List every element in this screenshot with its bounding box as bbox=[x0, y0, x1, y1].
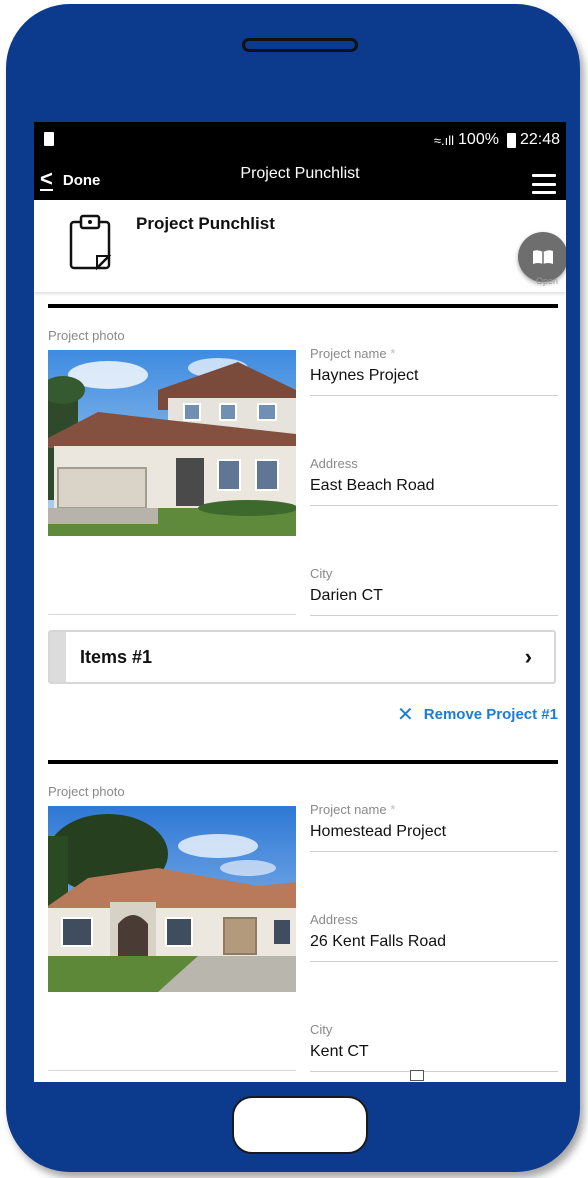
app-bar-title: Project Punchlist bbox=[240, 165, 360, 182]
done-button[interactable]: < Done bbox=[40, 166, 101, 191]
chevron-right-icon: › bbox=[524, 644, 532, 669]
fab-label: Open bbox=[535, 276, 558, 286]
app-bar: Project Punchlist < Done bbox=[34, 162, 566, 200]
phone-frame: ≈.ıll 100% 22:48 Project Punchlist < Don… bbox=[6, 4, 580, 1172]
address-value: East Beach Road bbox=[310, 477, 435, 494]
project-divider bbox=[48, 760, 558, 764]
address-label: Address bbox=[310, 456, 358, 471]
project-name-label-text: Project name bbox=[310, 346, 387, 361]
project-card-1: Project photo Project name * Haynes Proj… bbox=[48, 304, 558, 725]
city-value: Kent CT bbox=[310, 1043, 369, 1060]
project-name-value: Haynes Project bbox=[310, 367, 419, 384]
signal-icon: ≈.ıll bbox=[433, 132, 455, 148]
done-label: Done bbox=[62, 172, 101, 189]
city-field[interactable]: City Darien CT bbox=[310, 566, 558, 616]
project-photo[interactable] bbox=[48, 806, 296, 992]
home-button[interactable] bbox=[232, 1096, 368, 1154]
items-stripe bbox=[50, 632, 66, 682]
photo-label: Project photo bbox=[48, 328, 125, 343]
keyboard-icon bbox=[410, 1070, 424, 1081]
close-icon: ✕ bbox=[397, 703, 414, 726]
address-value: 26 Kent Falls Road bbox=[310, 933, 447, 950]
book-icon bbox=[533, 250, 553, 264]
project-name-label-text: Project name bbox=[310, 802, 387, 817]
photo-underline bbox=[48, 1070, 296, 1071]
status-time: 22:48 bbox=[519, 131, 560, 148]
remove-project-button[interactable]: ✕ Remove Project #1 bbox=[397, 703, 558, 726]
items-button[interactable]: Items #1 › bbox=[48, 630, 556, 684]
sim-icon bbox=[44, 132, 54, 146]
photo-underline bbox=[48, 614, 296, 615]
address-field[interactable]: Address East Beach Road bbox=[310, 456, 558, 506]
project-name-field[interactable]: Project name * Haynes Project bbox=[310, 346, 558, 396]
back-chevron-icon: < bbox=[40, 166, 53, 191]
open-book-button[interactable] bbox=[518, 232, 566, 282]
required-mark: * bbox=[390, 346, 396, 361]
clipboard-icon bbox=[69, 214, 112, 271]
phone-speaker bbox=[242, 38, 358, 52]
address-field[interactable]: Address 26 Kent Falls Road bbox=[310, 912, 558, 962]
project-name-label: Project name * bbox=[310, 346, 558, 361]
project-name-value: Homestead Project bbox=[310, 823, 447, 840]
header-title: Project Punchlist bbox=[136, 214, 275, 233]
city-field[interactable]: City Kent CT bbox=[310, 1022, 558, 1072]
address-label: Address bbox=[310, 912, 358, 927]
header-card: Project Punchlist bbox=[34, 200, 566, 292]
required-mark: * bbox=[390, 802, 396, 817]
phone-screen: ≈.ıll 100% 22:48 Project Punchlist < Don… bbox=[34, 122, 566, 1082]
project-name-label: Project name * bbox=[310, 802, 558, 817]
remove-project-label: Remove Project #1 bbox=[423, 706, 558, 723]
status-bar: ≈.ıll 100% 22:48 bbox=[34, 122, 566, 162]
city-label: City bbox=[310, 1022, 333, 1037]
house-photo-1 bbox=[48, 350, 296, 536]
project-name-field[interactable]: Project name * Homestead Project bbox=[310, 802, 558, 852]
project-photo[interactable] bbox=[48, 350, 296, 536]
project-divider bbox=[48, 304, 558, 308]
city-value: Darien CT bbox=[310, 587, 383, 604]
house-photo-2 bbox=[48, 806, 296, 992]
items-label: Items #1 bbox=[80, 647, 153, 667]
project-card-2: Project photo Project name * Homestead P… bbox=[48, 760, 558, 1072]
photo-label: Project photo bbox=[48, 784, 125, 799]
city-label: City bbox=[310, 566, 333, 581]
battery-icon bbox=[506, 132, 516, 148]
status-indicators: ≈.ıll 100% 22:48 bbox=[434, 131, 560, 149]
battery-percent: 100% bbox=[458, 131, 499, 148]
menu-icon[interactable] bbox=[532, 174, 556, 194]
